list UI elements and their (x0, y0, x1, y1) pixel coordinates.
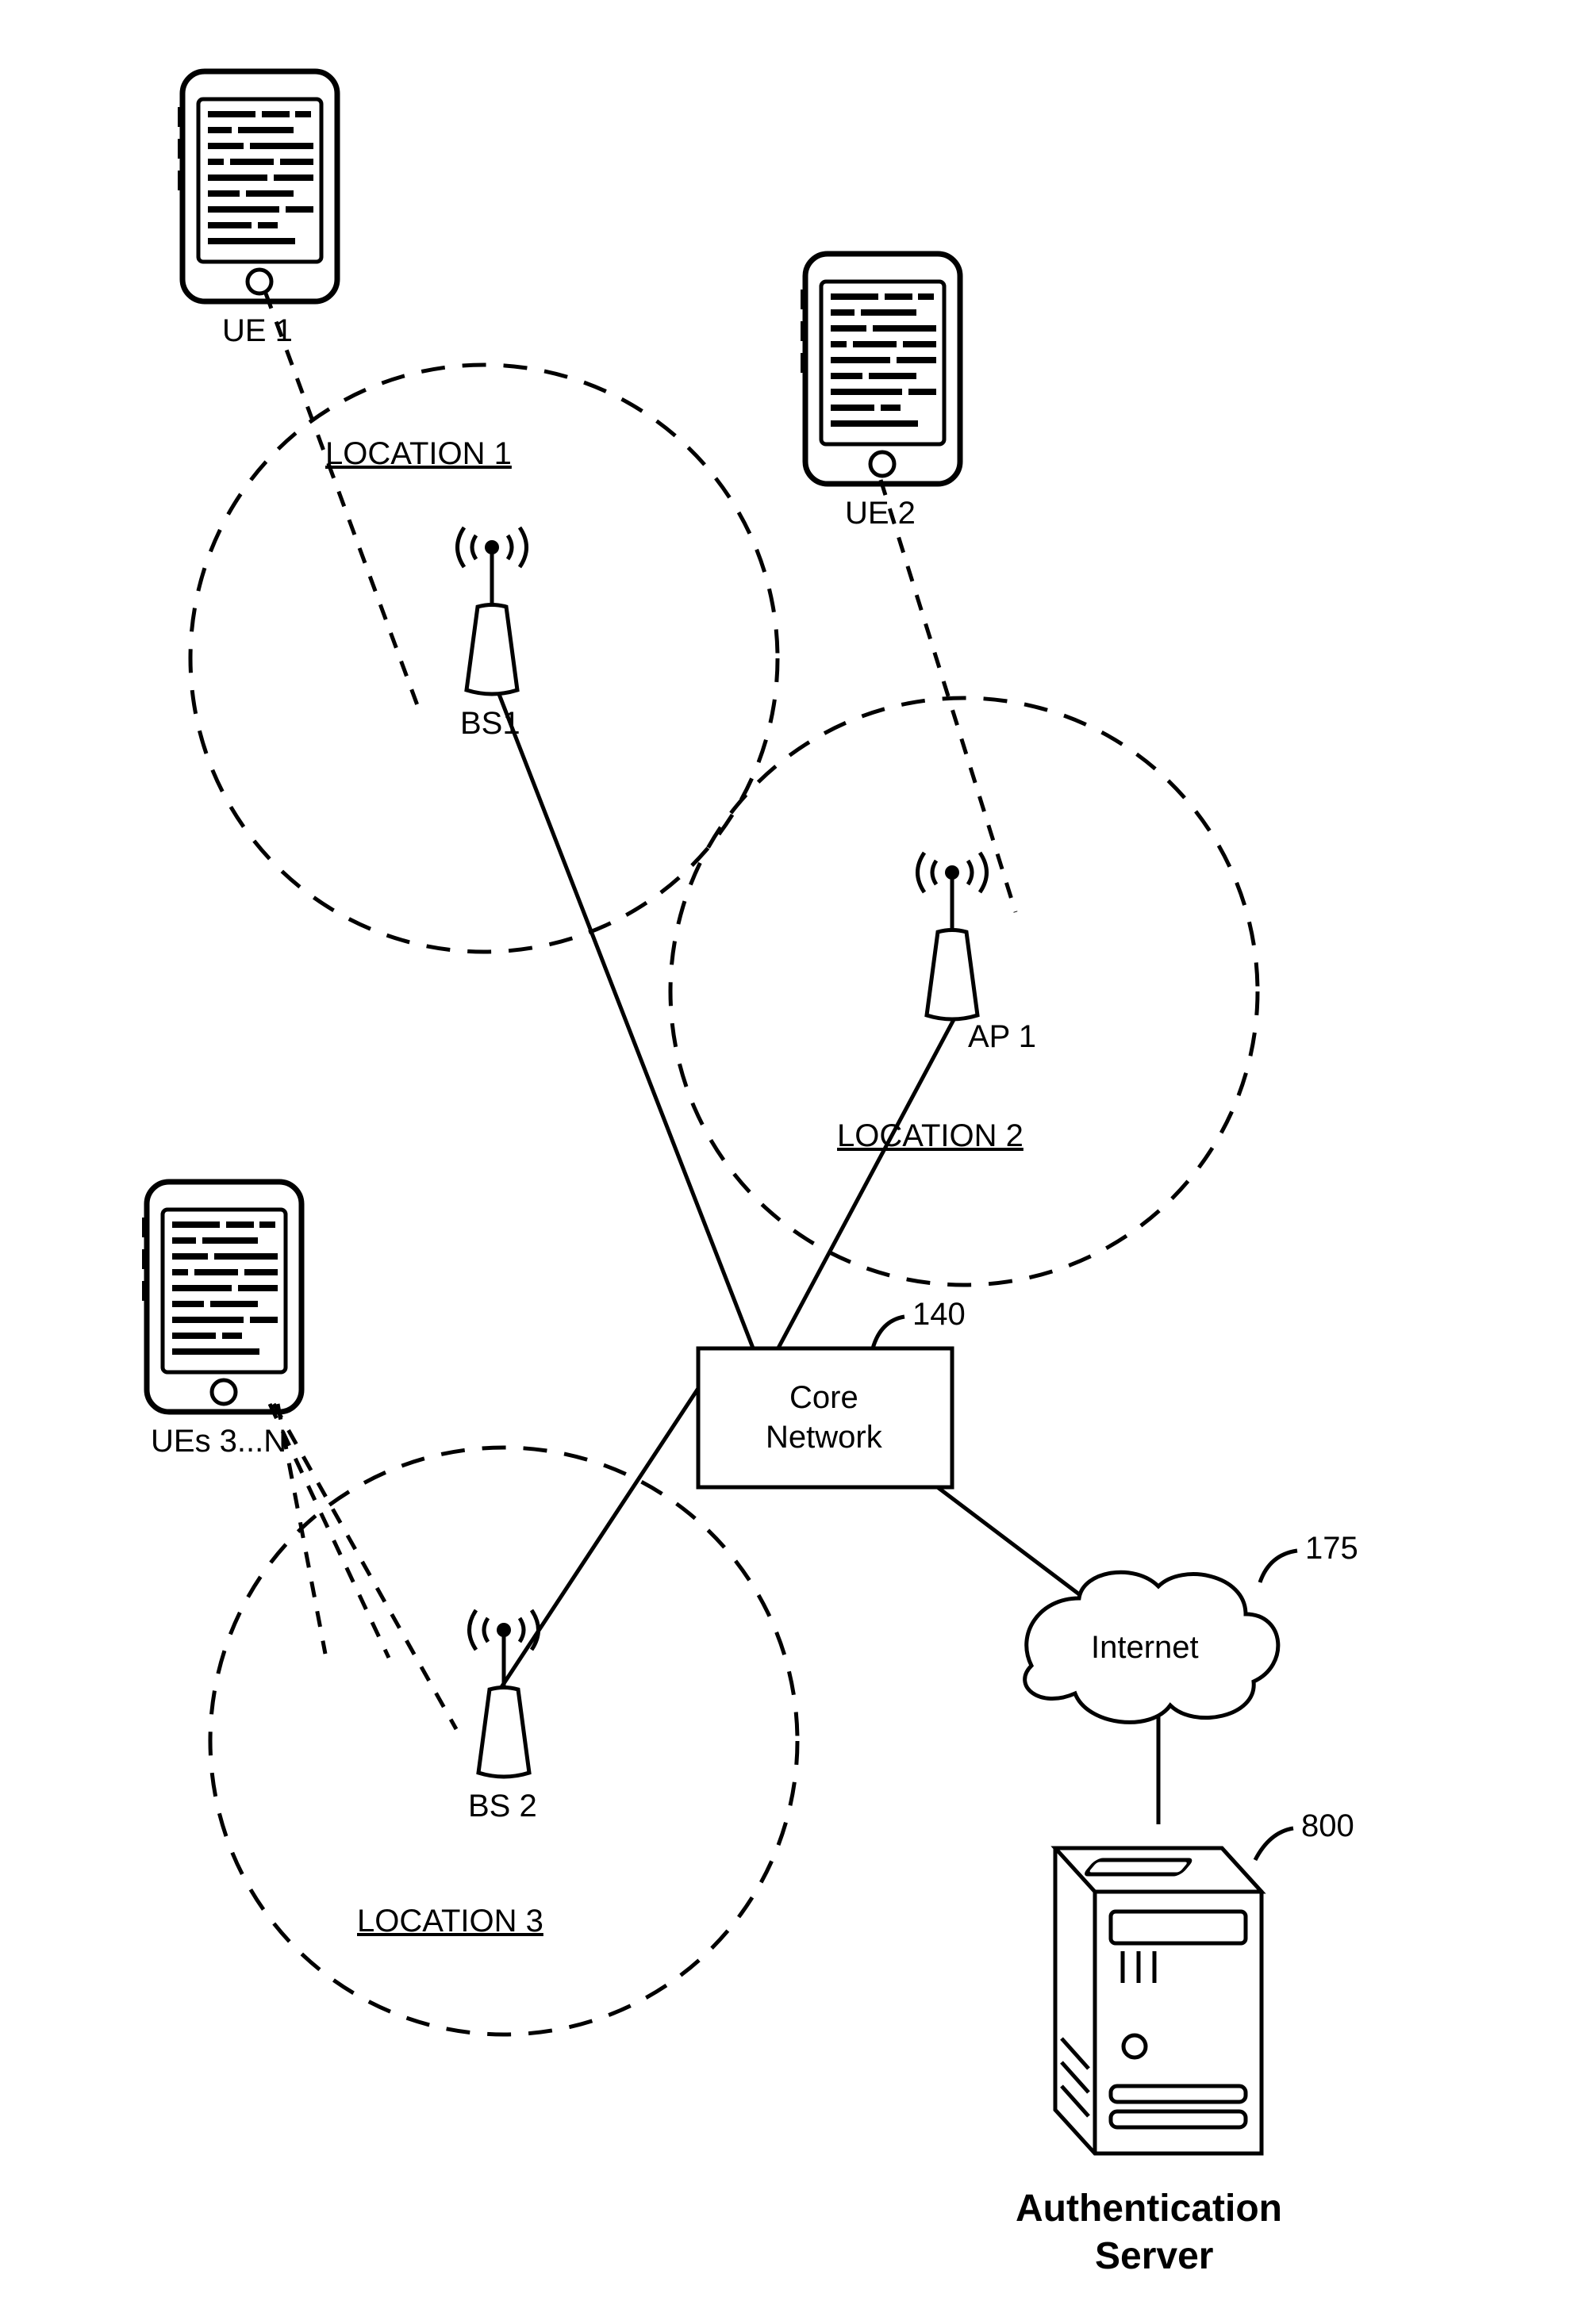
location3-label: LOCATION 3 (357, 1904, 543, 1939)
link-ue1-bs1 (266, 293, 421, 714)
internet-lead (1260, 1551, 1297, 1582)
internet-label: Internet (1091, 1630, 1199, 1665)
core-label2: Network (766, 1420, 883, 1455)
ap1 (918, 853, 987, 1019)
ue-1 (178, 71, 337, 301)
bs2 (470, 1610, 539, 1777)
ue3n-label: UEs 3...N (151, 1424, 286, 1459)
auth-label1: Authentication (1016, 2188, 1282, 2230)
link-ue2-ap1 (881, 480, 1016, 912)
auth-label2: Server (1095, 2235, 1213, 2277)
link-bs2-core (500, 1364, 714, 1689)
ap1-label: AP 1 (968, 1019, 1036, 1054)
bs1-label: BS1 (460, 706, 520, 741)
link-ue3n-b (274, 1404, 456, 1729)
ue1-label: UE 1 (222, 313, 293, 348)
ue2-label: UE 2 (845, 496, 916, 531)
core-network: Core Network 140 (698, 1297, 966, 1487)
ue-3n (142, 1182, 301, 1412)
location2-label: LOCATION 2 (837, 1118, 1024, 1153)
link-ue3n-a (270, 1404, 389, 1658)
link-core-internet (932, 1483, 1095, 1606)
link-bs1-core (496, 686, 758, 1360)
location1-label: LOCATION 1 (325, 436, 512, 471)
auth-server (1055, 1848, 1262, 2153)
server-ref: 800 (1301, 1808, 1354, 1843)
internet-ref: 175 (1305, 1531, 1358, 1566)
bs1 (458, 527, 527, 694)
internet-cloud: Internet (1025, 1572, 1278, 1722)
core-ref: 140 (912, 1297, 966, 1332)
bs2-label: BS 2 (468, 1789, 537, 1824)
core-label1: Core (789, 1380, 858, 1415)
ue-2 (801, 254, 960, 484)
diagram: LOCATION 1 LOCATION 2 LOCATION 3 UE 1 (0, 0, 1590, 2324)
server-lead (1255, 1828, 1293, 1860)
